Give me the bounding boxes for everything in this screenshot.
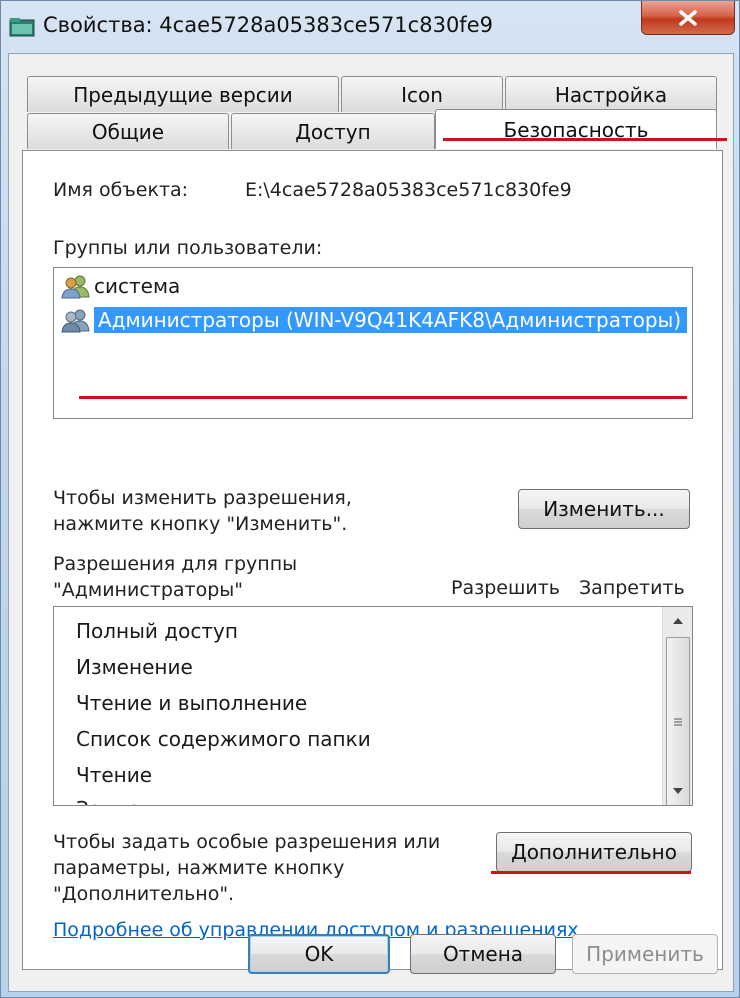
object-name-value: E:\4cae5728a05383ce571c830fe9 xyxy=(245,179,572,201)
groups-label: Группы или пользователи: xyxy=(53,237,323,259)
security-panel: Имя объекта: E:\4cae5728a05383ce571c830f… xyxy=(22,150,723,970)
ok-button[interactable]: OK xyxy=(248,934,390,974)
chevron-down-icon xyxy=(673,788,683,794)
change-hint-line2: нажмите кнопку "Изменить". xyxy=(53,513,348,535)
tab-previous-versions[interactable]: Предыдущие версии xyxy=(27,76,339,112)
chevron-up-icon xyxy=(673,618,683,624)
permission-row: Полный доступ xyxy=(76,619,238,643)
highlight-underline-advanced xyxy=(491,871,691,874)
permissions-listbox[interactable]: Полный доступ Изменение Чтение и выполне… xyxy=(53,606,693,806)
deny-column-header: Запретить xyxy=(579,577,685,599)
grip-icon xyxy=(674,718,682,726)
users-icon xyxy=(61,309,90,333)
tab-icon[interactable]: Icon xyxy=(341,76,503,112)
permission-row: Чтение и выполнение xyxy=(76,691,308,715)
highlight-underline-security-tab xyxy=(443,138,727,141)
scroll-down-button[interactable] xyxy=(663,777,692,805)
window-title: Свойства: 4cae5728a05383ce571c830fe9 xyxy=(43,13,493,37)
scroll-up-button[interactable] xyxy=(663,607,692,635)
allow-column-header: Разрешить xyxy=(451,577,560,599)
tab-sharing[interactable]: Доступ xyxy=(231,113,435,149)
permission-row: Список содержимого папки xyxy=(76,727,371,751)
object-name-label: Имя объекта: xyxy=(53,179,189,201)
tab-security[interactable]: Безопасность xyxy=(435,109,717,149)
advanced-hint-line3: "Дополнительно". xyxy=(53,883,235,905)
advanced-button[interactable]: Дополнительно xyxy=(496,832,692,872)
permission-row: Чтение xyxy=(76,763,153,787)
list-item[interactable]: система xyxy=(60,270,180,302)
apply-button[interactable]: Применить xyxy=(572,934,718,974)
change-hint-line1: Чтобы изменить разрешения, xyxy=(53,487,352,509)
perms-label-line1: Разрешения для группы xyxy=(53,553,298,575)
group-name: Администраторы (WIN-V9Q41K4AFK8\Админист… xyxy=(94,307,688,333)
cancel-button[interactable]: Отмена xyxy=(410,934,556,974)
perms-label-line2: "Администраторы" xyxy=(53,579,244,601)
list-item[interactable]: Администраторы (WIN-V9Q41K4AFK8\Админист… xyxy=(60,304,688,336)
advanced-hint-line2: параметры, нажмите кнопку xyxy=(53,857,345,879)
users-icon xyxy=(61,275,90,299)
highlight-underline-admin-group xyxy=(79,396,687,399)
advanced-hint-line1: Чтобы задать особые разрешения или xyxy=(53,831,441,853)
permission-row: Запись xyxy=(76,797,150,805)
tab-settings[interactable]: Настройка xyxy=(505,76,717,112)
change-button[interactable]: Изменить... xyxy=(518,489,690,529)
dialog-client-area: Предыдущие версии Icon Настройка Общие Д… xyxy=(8,53,734,992)
permission-row: Изменение xyxy=(76,655,193,679)
group-name: система xyxy=(94,274,181,298)
properties-window: Свойства: 4cae5728a05383ce571c830fe9 Пре… xyxy=(0,0,740,998)
title-bar[interactable]: Свойства: 4cae5728a05383ce571c830fe9 xyxy=(1,1,740,53)
permissions-scrollbar[interactable] xyxy=(662,607,692,805)
folder-icon xyxy=(9,18,35,37)
close-button[interactable] xyxy=(641,1,735,35)
tab-general[interactable]: Общие xyxy=(27,113,229,149)
close-icon xyxy=(679,9,697,26)
